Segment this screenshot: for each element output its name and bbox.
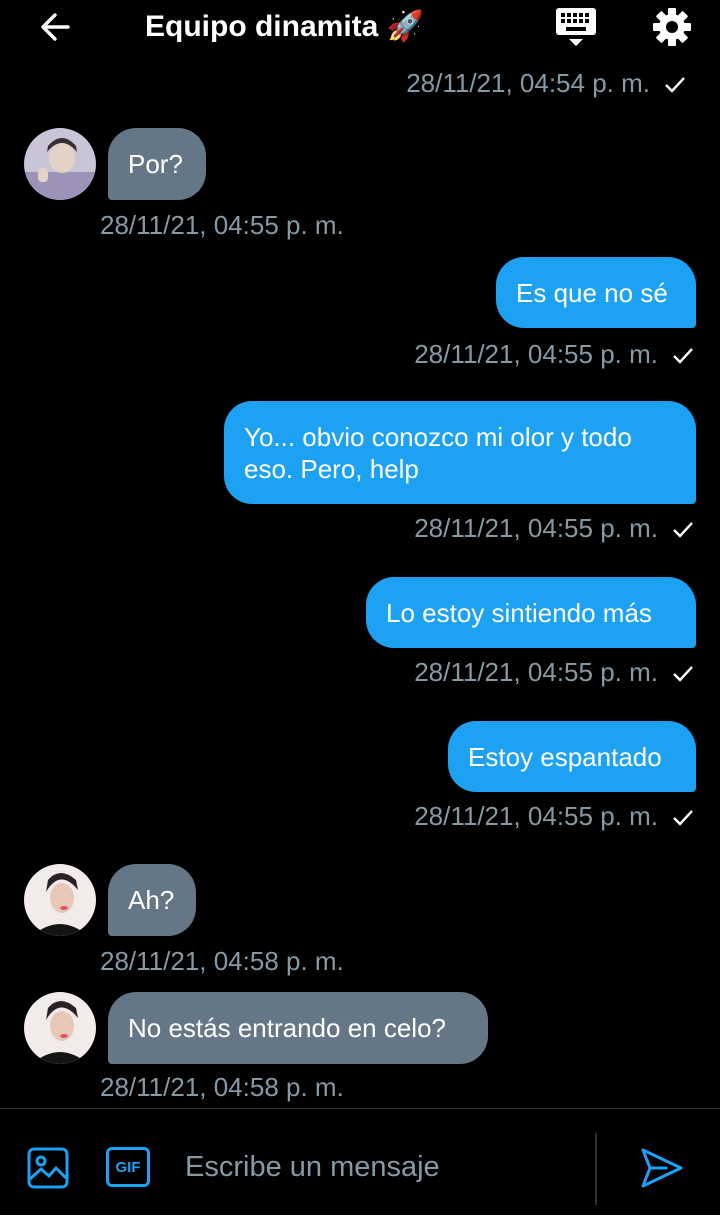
arrow-left-icon — [38, 9, 74, 50]
image-icon — [27, 1147, 69, 1193]
message-bubble[interactable]: Estoy espantado — [448, 721, 696, 792]
message-text: Estoy espantado — [468, 742, 662, 772]
back-button[interactable] — [27, 0, 85, 58]
divider — [595, 1133, 597, 1205]
message-input[interactable]: Escribe un mensaje — [185, 1151, 440, 1184]
message-composer: GIF Escribe un mensaje — [0, 1108, 720, 1215]
gif-label: GIF — [115, 1158, 141, 1176]
sent-check-icon — [672, 803, 694, 834]
sent-check-icon — [664, 70, 686, 101]
message-outgoing: Yo... obvio conozco mi olor y todo eso. … — [0, 401, 720, 551]
chat-header: Equipo dinamita 🚀 — [0, 0, 720, 62]
message-incoming: No estás entrando en celo? 28/11/21, 04:… — [0, 992, 720, 1107]
message-text: Es que no sé — [516, 278, 668, 308]
avatar[interactable] — [24, 992, 96, 1064]
message-incoming: Ah? 28/11/21, 04:58 p. m. — [0, 864, 720, 979]
message-text: Por? — [128, 149, 183, 179]
message-bubble[interactable]: No estás entrando en celo? — [108, 992, 488, 1064]
message-text: Yo... obvio conozco mi olor y todo eso. … — [244, 422, 632, 484]
message-incoming: Por? 28/11/21, 04:55 p. m. — [0, 128, 720, 243]
message-timestamp: 28/11/21, 04:54 p. m. — [406, 68, 686, 101]
sent-check-icon — [672, 515, 694, 546]
add-image-button[interactable] — [27, 1147, 69, 1194]
message-timestamp: 28/11/21, 04:58 p. m. — [100, 946, 344, 976]
message-timestamp: 28/11/21, 04:55 p. m. — [100, 210, 344, 240]
message-timestamp: 28/11/21, 04:58 p. m. — [100, 1072, 344, 1102]
message-bubble[interactable]: Lo estoy sintiendo más — [366, 577, 696, 648]
chat-title: Equipo dinamita 🚀 — [145, 10, 425, 43]
message-text: Lo estoy sintiendo más — [386, 598, 652, 628]
message-bubble[interactable]: Ah? — [108, 864, 196, 936]
message-text: No estás entrando en celo? — [128, 1013, 446, 1043]
message-bubble[interactable]: Es que no sé — [496, 257, 696, 328]
keyboard-button[interactable] — [547, 0, 605, 58]
message-timestamp: 28/11/21, 04:55 p. m. — [414, 513, 694, 546]
message-timestamp: 28/11/21, 04:55 p. m. — [414, 801, 694, 834]
avatar[interactable] — [24, 864, 96, 936]
message-list[interactable]: 28/11/21, 04:54 p. m. Por? 28/11/21, 04:… — [0, 0, 720, 1108]
message-timestamp: 28/11/21, 04:55 p. m. — [414, 339, 694, 372]
sent-check-icon — [672, 341, 694, 372]
message-bubble[interactable]: Yo... obvio conozco mi olor y todo eso. … — [224, 401, 696, 504]
message-bubble[interactable]: Por? — [108, 128, 206, 200]
gif-button[interactable]: GIF — [106, 1147, 150, 1187]
message-outgoing: Lo estoy sintiendo más 28/11/21, 04:55 p… — [0, 577, 720, 692]
send-icon — [640, 1148, 684, 1193]
avatar[interactable] — [24, 128, 96, 200]
message-outgoing: Estoy espantado 28/11/21, 04:55 p. m. — [0, 721, 720, 836]
keyboard-icon — [555, 6, 597, 53]
message-text: Ah? — [128, 885, 175, 915]
settings-button[interactable] — [643, 0, 701, 58]
sent-check-icon — [672, 659, 694, 690]
message-outgoing: Es que no sé 28/11/21, 04:55 p. m. — [0, 257, 720, 372]
gear-icon — [652, 7, 692, 52]
message-timestamp: 28/11/21, 04:55 p. m. — [414, 657, 694, 690]
send-button[interactable] — [640, 1147, 684, 1194]
